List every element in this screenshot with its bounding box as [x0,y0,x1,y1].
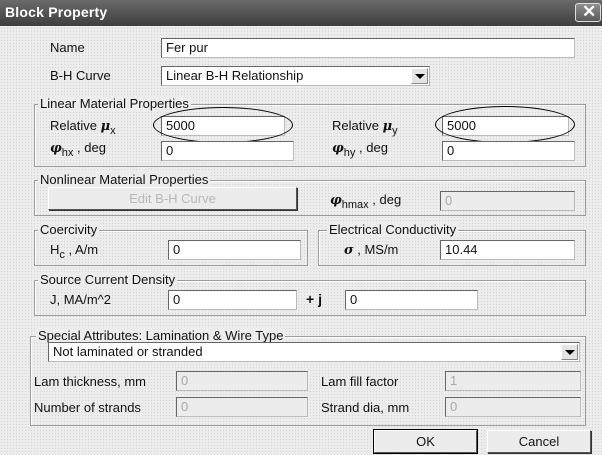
bh-curve-selected: Linear B-H Relationship [166,68,304,83]
coercivity-label: Hc , A/m [50,242,99,261]
conductivity-label: σ , MS/m [344,242,399,258]
source-current-label: J, MA/m^2 [50,292,111,307]
source-current-legend: Source Current Density [38,272,178,287]
coercivity-legend: Coercivity [38,222,100,237]
linear-properties-legend: Linear Material Properties [38,96,191,111]
number-of-strands-label: Number of strands [34,400,141,415]
name-label: Name [50,40,85,55]
bh-curve-select[interactable]: Linear B-H Relationship [161,66,430,86]
lam-thickness-input[interactable]: 0 [176,371,308,391]
phi-hx-input[interactable]: 0 [161,141,294,161]
plus-j-label: + j [306,291,322,307]
phi-hy-label: φhy , deg [332,140,388,159]
conductivity-legend: Electrical Conductivity [327,222,459,237]
chevron-down-icon[interactable] [561,344,578,360]
window-title: Block Property [5,4,108,20]
relative-mu-x-label: Relative μx [50,118,116,137]
source-current-real-input[interactable]: 0 [168,290,297,310]
lamination-type-selected: Not laminated or stranded [53,344,203,359]
conductivity-input[interactable]: 10.44 [440,240,575,260]
close-button[interactable]: ✕ [575,2,601,22]
ok-button[interactable]: OK [373,429,478,454]
title-bar[interactable]: Block Property ✕ [0,0,602,26]
lam-fill-factor-label: Lam fill factor [321,374,399,389]
lam-fill-factor-input[interactable]: 1 [445,371,581,391]
lamination-type-select[interactable]: Not laminated or stranded [48,342,580,362]
phi-hy-input[interactable]: 0 [442,141,575,161]
bh-curve-label: B-H Curve [50,68,111,83]
block-property-dialog: Block Property ✕ Name Fer pur B-H Curve … [0,0,602,455]
name-input[interactable]: Fer pur [161,38,575,58]
close-icon: ✕ [582,2,597,21]
nonlinear-properties-legend: Nonlinear Material Properties [38,172,211,187]
coercivity-input[interactable]: 0 [168,240,301,260]
chevron-down-icon[interactable] [411,68,428,84]
relative-mu-y-label: Relative μy [332,118,398,137]
phi-hmax-input[interactable]: 0 [440,191,575,211]
lam-thickness-label: Lam thickness, mm [34,374,146,389]
phi-hx-label: φhx , deg [50,140,106,159]
relative-mu-x-input[interactable]: 5000 [161,116,285,136]
relative-mu-y-input[interactable]: 5000 [442,116,569,136]
strand-dia-label: Strand dia, mm [321,400,410,415]
edit-bh-curve-button[interactable]: Edit B-H Curve [48,187,297,210]
source-current-imag-input[interactable]: 0 [345,290,478,310]
number-of-strands-input[interactable]: 0 [176,397,308,417]
strand-dia-input[interactable]: 0 [445,397,581,417]
phi-hmax-label: φhmax , deg [330,192,402,211]
cancel-button[interactable]: Cancel [487,430,591,453]
special-attributes-legend: Special Attributes: Lamination & Wire Ty… [36,328,286,343]
